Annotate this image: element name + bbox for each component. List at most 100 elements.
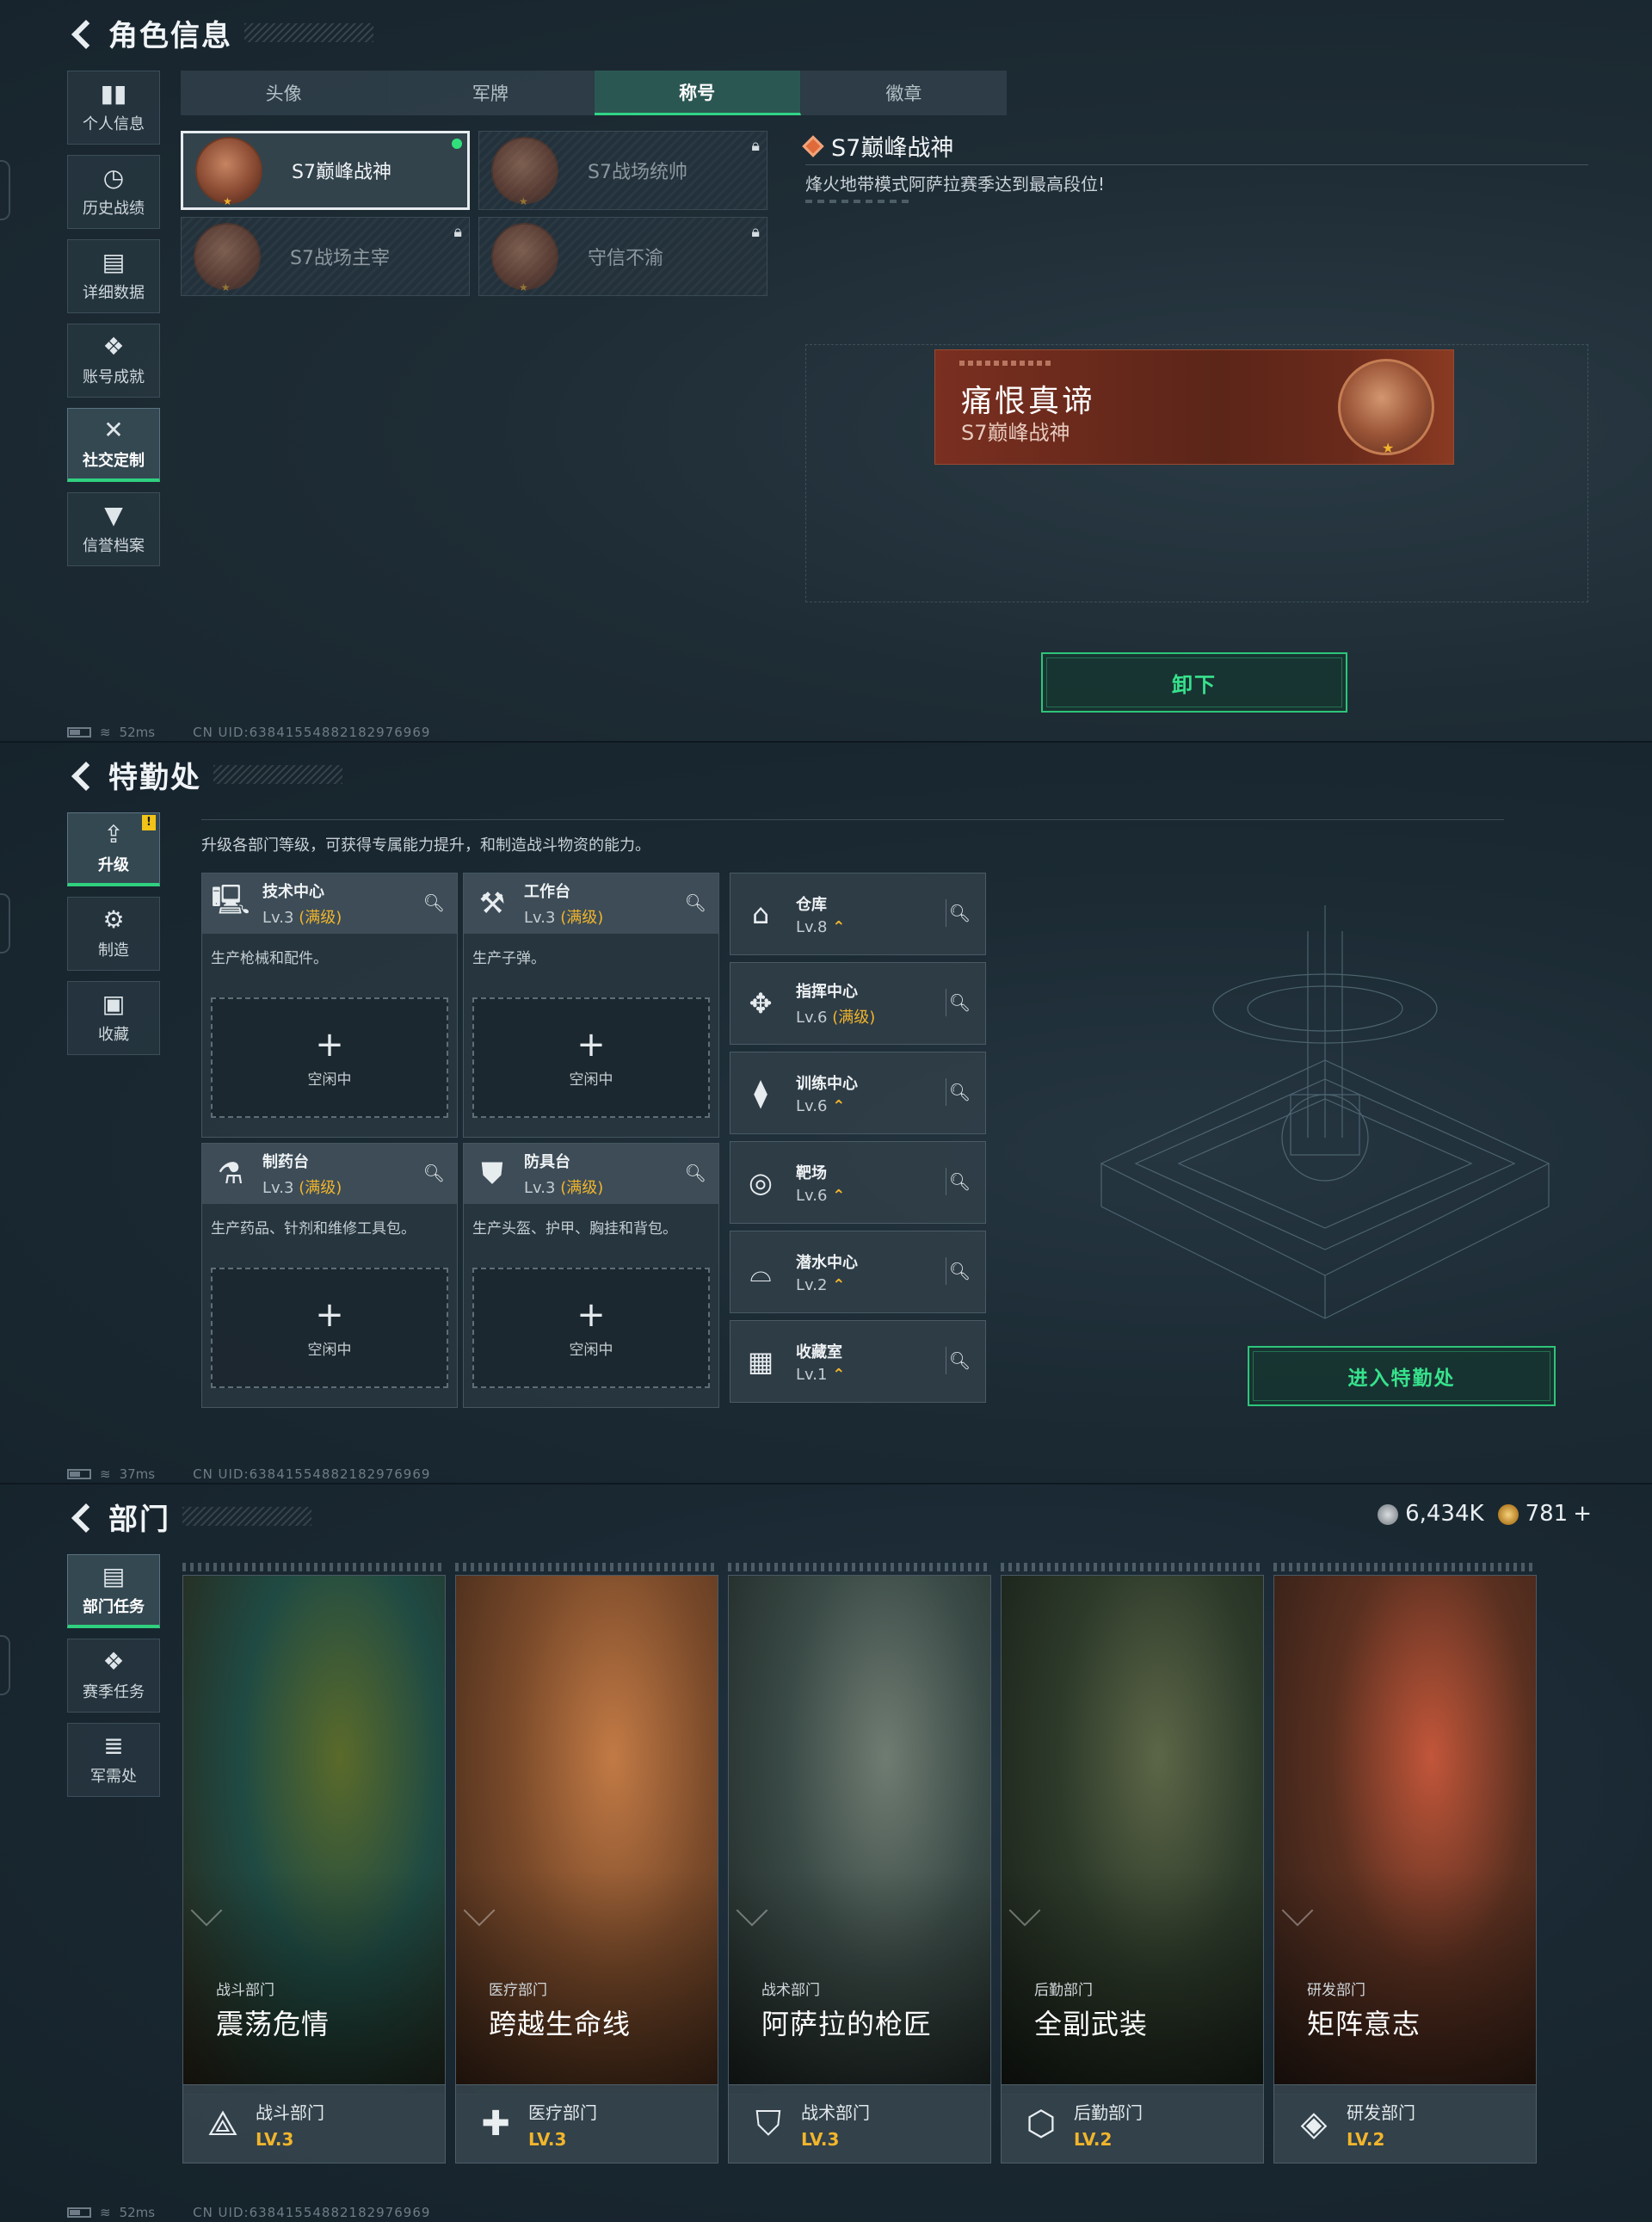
department-name: 后勤部门	[1074, 2102, 1143, 2123]
wifi-icon: ≋	[100, 2205, 111, 2220]
decor-ticks	[805, 200, 909, 203]
header: 角色信息	[67, 14, 373, 53]
nav-label: 制造	[98, 941, 129, 960]
workshop-name: 防具台	[524, 1153, 570, 1171]
wifi-icon: ≋	[100, 725, 111, 740]
nav-item-social[interactable]: ✕ 社交定制	[67, 408, 160, 482]
nav-item-achievements[interactable]: ❖ 账号成就	[67, 324, 160, 398]
nav-item-upgrade[interactable]: ! ⇪ 升级	[67, 812, 160, 886]
search-icon[interactable]: 🔍︎	[946, 1257, 973, 1285]
search-icon[interactable]: 🔍︎	[423, 1163, 445, 1183]
title-detail-description: 烽火地带模式阿萨拉赛季达到最高段位!	[805, 174, 1106, 194]
edge-tab[interactable]	[0, 160, 10, 220]
nav-item-profile[interactable]: ▮▮ 个人信息	[67, 71, 160, 145]
back-button[interactable]	[67, 15, 96, 50]
nav-item-collection[interactable]: ▣ 收藏	[67, 981, 160, 1055]
combat-dept-icon: ⟁	[207, 2104, 238, 2144]
nav-item-craft[interactable]: ⚙ 制造	[67, 897, 160, 971]
tab-badge[interactable]: 徽章	[801, 71, 1007, 115]
production-slot[interactable]: + 空闲中	[472, 997, 710, 1118]
page-title: 角色信息	[108, 18, 232, 53]
department-footer[interactable]: ✚ 医疗部门 LV.3	[455, 2084, 718, 2163]
workshop-header[interactable]: ⚗ 制药台 Lv.3 (满级) 🔍︎	[202, 1144, 457, 1204]
search-icon[interactable]: 🔍︎	[685, 892, 706, 913]
workshop-header[interactable]: ⚒ 工作台 Lv.3 (满级) 🔍︎	[464, 873, 718, 934]
title-detail-heading: S7巅峰战神	[802, 129, 953, 163]
silver-currency[interactable]: 6,434K	[1378, 1501, 1484, 1527]
back-button[interactable]	[67, 1499, 96, 1534]
tactical-dept-icon: ⛉	[755, 2104, 781, 2144]
nav-label: 升级	[98, 855, 129, 874]
gold-currency[interactable]: 781 +	[1497, 1501, 1592, 1527]
unequip-button[interactable]: 卸下	[1041, 652, 1347, 713]
department-card[interactable]: 医疗部门 跨越生命线 ✚ 医疗部门 LV.3	[455, 1563, 718, 2163]
search-icon[interactable]: 🔍︎	[946, 1347, 973, 1374]
title-card[interactable]: S7战场主宰 🔒︎	[181, 217, 470, 296]
department-card[interactable]: 后勤部门 全副武装 ⬡ 后勤部门 LV.2	[1001, 1563, 1264, 2163]
nav-item-history[interactable]: ◷ 历史战绩	[67, 155, 160, 229]
facility-row[interactable]: ◎ 靶场 Lv.6 ⌃ 🔍︎	[730, 1141, 986, 1224]
mission-name: 矩阵意志	[1307, 2008, 1421, 2040]
equipped-indicator	[452, 139, 462, 149]
department-level: LV.2	[1347, 2128, 1385, 2150]
folder-icon: ▤	[102, 248, 126, 276]
edge-tab[interactable]	[0, 1635, 10, 1695]
upgrade-arrow-icon: ⌃	[832, 917, 846, 936]
facility-row[interactable]: ✥ 指挥中心 Lv.6 (满级) 🔍︎	[730, 962, 986, 1045]
workshop-header[interactable]: ⛊ 防具台 Lv.3 (满级) 🔍︎	[464, 1144, 718, 1204]
department-footer[interactable]: ⛉ 战术部门 LV.3	[728, 2084, 991, 2163]
department-card[interactable]: 研发部门 矩阵意志 ◈ 研发部门 LV.2	[1273, 1563, 1537, 2163]
facility-row[interactable]: ▦ 收藏室 Lv.1 ⌃ 🔍︎	[730, 1320, 986, 1403]
nav-label: 部门任务	[83, 1597, 145, 1616]
facility-row[interactable]: ⌓ 潜水中心 Lv.2 ⌃ 🔍︎	[730, 1231, 986, 1313]
department-footer[interactable]: ⬡ 后勤部门 LV.2	[1001, 2084, 1264, 2163]
title-card[interactable]: 守信不渝 🔒︎	[478, 217, 767, 296]
search-icon[interactable]: 🔍︎	[423, 892, 445, 913]
back-button[interactable]	[67, 757, 96, 792]
tab-title[interactable]: 称号	[594, 71, 801, 115]
collection-icon: ▣	[102, 990, 126, 1018]
department-card[interactable]: 战斗部门 震荡危情 ⟁ 战斗部门 LV.3	[182, 1563, 446, 2163]
department-card[interactable]: 战术部门 阿萨拉的枪匠 ⛉ 战术部门 LV.3	[728, 1563, 991, 2163]
card-decor	[1001, 1563, 1264, 1571]
workshop-description: 生产头盔、护甲、胸挂和背包。	[472, 1220, 677, 1238]
nav-item-dept-tasks[interactable]: ▤ 部门任务	[67, 1554, 160, 1628]
mission-name: 全副武装	[1034, 2008, 1149, 2040]
tab-avatar[interactable]: 头像	[181, 71, 388, 115]
task-icon: ▤	[102, 1561, 126, 1590]
search-icon[interactable]: 🔍︎	[685, 1163, 706, 1183]
enter-special-ops-button[interactable]: 进入特勤处	[1248, 1346, 1556, 1406]
department-footer[interactable]: ◈ 研发部门 LV.2	[1273, 2084, 1537, 2163]
add-currency-icon[interactable]: +	[1573, 1501, 1592, 1527]
edge-tab[interactable]	[0, 893, 10, 954]
facility-row[interactable]: ⌂ 仓库 Lv.8 ⌃ 🔍︎	[730, 873, 986, 955]
department-panel: 部门 6,434K 781 + ▤ 部门任务 ❖ 赛季任务 ≣ 军需处 战斗部门 …	[0, 1484, 1652, 2222]
department-level: LV.3	[528, 2128, 567, 2150]
search-icon[interactable]: 🔍︎	[946, 1078, 973, 1106]
nav-item-season-tasks[interactable]: ❖ 赛季任务	[67, 1639, 160, 1713]
nav-item-details[interactable]: ▤ 详细数据	[67, 239, 160, 313]
department-level: LV.3	[801, 2128, 840, 2150]
nav-item-quartermaster[interactable]: ≣ 军需处	[67, 1723, 160, 1797]
department-category: 后勤部门	[1034, 1982, 1093, 1999]
facility-level: Lv.6 ⌃	[796, 1096, 846, 1115]
hammer-wrench-icon: ⚒	[478, 886, 506, 921]
workshop-header[interactable]: 🖳︎ 技术中心 Lv.3 (满级) 🔍︎	[202, 873, 457, 934]
search-icon[interactable]: 🔍︎	[946, 899, 973, 927]
production-slot[interactable]: + 空闲中	[211, 1268, 448, 1388]
production-slot[interactable]: + 空闲中	[211, 997, 448, 1118]
production-slot[interactable]: + 空闲中	[472, 1268, 710, 1388]
facility-row[interactable]: ⧫ 训练中心 Lv.6 ⌃ 🔍︎	[730, 1052, 986, 1134]
nameplate-emblem-icon	[1338, 359, 1434, 456]
tab-dogtag[interactable]: 军牌	[387, 71, 595, 115]
header-hatch	[244, 23, 373, 42]
search-icon[interactable]: 🔍︎	[946, 989, 973, 1016]
department-footer[interactable]: ⟁ 战斗部门 LV.3	[182, 2084, 446, 2163]
side-nav: ▤ 部门任务 ❖ 赛季任务 ≣ 军需处	[67, 1554, 160, 1807]
side-nav: ▮▮ 个人信息 ◷ 历史战绩 ▤ 详细数据 ❖ 账号成就 ✕ 社交定制 ▼ 信誉…	[67, 71, 160, 577]
title-card[interactable]: S7巅峰战神	[181, 131, 470, 210]
nameplate-decor	[959, 361, 1054, 366]
title-card[interactable]: S7战场统帅 🔒︎	[478, 131, 767, 210]
search-icon[interactable]: 🔍︎	[946, 1168, 973, 1195]
nav-item-reputation[interactable]: ▼ 信誉档案	[67, 492, 160, 566]
